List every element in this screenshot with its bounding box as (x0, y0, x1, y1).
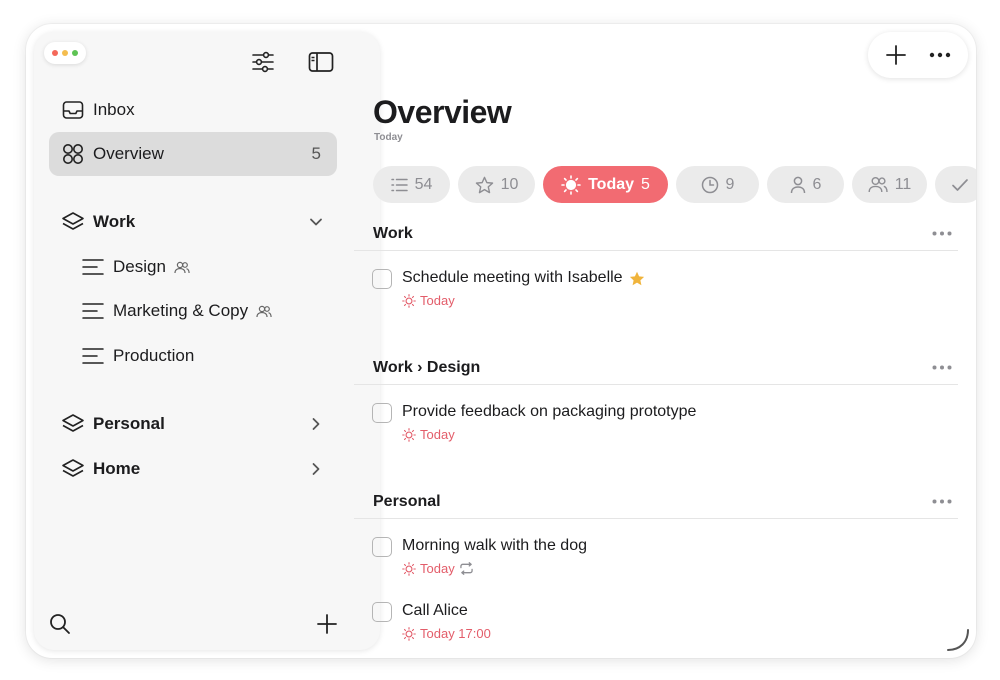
sidebar-group-home[interactable]: Home (49, 447, 337, 491)
filter-count: 54 (414, 175, 433, 193)
section-title: Work › Design (373, 358, 481, 376)
filter-count: 9 (725, 175, 735, 193)
sidebar-item-label: Production (113, 346, 195, 365)
sun-outline-icon (402, 561, 416, 576)
filter-label: Today (588, 175, 635, 193)
sidebar-toggle-icon[interactable] (307, 48, 335, 76)
task-checkbox[interactable] (372, 602, 392, 622)
filter-today[interactable]: Today 5 (543, 166, 668, 203)
task-checkbox[interactable] (372, 537, 392, 557)
sidebar-item-inbox[interactable]: Inbox (49, 88, 337, 132)
page-subtitle: Today (374, 132, 403, 143)
chevron-right-icon[interactable] (307, 415, 325, 433)
task-title: Morning walk with the dog (402, 537, 587, 554)
filter-assigned-to-me[interactable]: 6 (767, 166, 844, 203)
task-row[interactable]: Morning walk with the dog Today (372, 535, 932, 581)
overview-grid-icon (61, 142, 85, 166)
sidebar-group-work[interactable]: Work (49, 200, 337, 244)
sidebar-item-overview[interactable]: Overview 5 (49, 132, 337, 176)
chevron-down-icon[interactable] (307, 213, 325, 231)
chevron-right-icon[interactable] (307, 460, 325, 478)
more-options-button[interactable] (923, 38, 957, 72)
people-icon (868, 177, 888, 193)
task-due: Today (420, 293, 455, 308)
task-due: Today 17:00 (420, 626, 491, 641)
sidebar-item-label: Work (93, 212, 136, 231)
sidebar-item-label: Home (93, 459, 141, 478)
task-checkbox[interactable] (372, 269, 392, 289)
sidebar-item-label: Overview (93, 144, 164, 163)
add-task-button[interactable] (879, 38, 913, 72)
filter-count: 5 (641, 175, 650, 193)
star-icon (475, 176, 493, 193)
task-row[interactable]: Schedule meeting with Isabelle Today (372, 267, 932, 313)
task-title: Call Alice (402, 602, 468, 619)
filter-scheduled[interactable]: 9 (676, 166, 759, 203)
filter-count: 10 (500, 175, 519, 193)
section-header: Work › Design (354, 351, 958, 385)
filter-shared[interactable]: 11 (852, 166, 927, 203)
window-controls[interactable] (44, 42, 86, 64)
task-title: Schedule meeting with Isabelle (402, 269, 623, 286)
page-title: Overview (373, 94, 512, 130)
task-title: Provide feedback on packaging prototype (402, 403, 697, 420)
task-row[interactable]: Provide feedback on packaging prototype … (372, 401, 932, 447)
repeat-icon (459, 562, 473, 575)
sun-outline-icon (402, 626, 416, 641)
overview-count: 5 (311, 144, 321, 163)
sidebar-item-label: Design (113, 257, 166, 276)
sun-outline-icon (402, 427, 416, 442)
top-actions (868, 32, 968, 78)
filter-settings-icon[interactable] (249, 48, 277, 76)
task-checkbox[interactable] (372, 403, 392, 423)
filter-bar: 54 10 Today 5 9 6 11 (373, 166, 976, 203)
list-icon (390, 178, 408, 191)
sun-icon (561, 174, 581, 195)
add-list-button[interactable] (313, 610, 341, 638)
filter-count: 11 (894, 175, 912, 193)
list-lines-icon (81, 299, 105, 323)
app-window: Inbox Overview 5 Work Design Marketing &… (26, 24, 976, 658)
minimize-dot[interactable] (62, 50, 68, 56)
section-title: Work (373, 224, 413, 242)
sidebar: Inbox Overview 5 Work Design Marketing &… (34, 32, 380, 650)
star-filled-icon (629, 271, 644, 285)
zoom-dot[interactable] (72, 50, 78, 56)
filter-all[interactable]: 54 (373, 166, 450, 203)
sidebar-item-design[interactable]: Design (69, 245, 337, 289)
section-title: Personal (373, 492, 441, 510)
more-icon[interactable] (928, 492, 956, 512)
task-due: Today (420, 427, 455, 442)
sidebar-group-personal[interactable]: Personal (49, 402, 337, 446)
task-row[interactable]: Call Alice Today 17:00 (372, 600, 932, 646)
sidebar-item-label: Inbox (93, 100, 135, 119)
layers-icon (61, 210, 85, 234)
close-dot[interactable] (52, 50, 58, 56)
sidebar-item-label: Personal (93, 414, 165, 433)
resize-handle-icon[interactable] (944, 626, 972, 654)
layers-icon (61, 412, 85, 436)
filter-starred[interactable]: 10 (458, 166, 535, 203)
task-due: Today (420, 561, 455, 576)
inbox-icon (61, 98, 85, 122)
person-icon (790, 176, 805, 193)
checkmark-icon (951, 178, 968, 191)
section-header: Personal (354, 485, 958, 519)
shared-people-icon (256, 305, 272, 318)
filter-count: 6 (812, 175, 822, 193)
shared-people-icon (174, 261, 190, 274)
layers-icon (61, 457, 85, 481)
sidebar-item-marketing-copy[interactable]: Marketing & Copy (69, 289, 337, 333)
clock-icon (701, 176, 718, 193)
search-icon[interactable] (46, 610, 74, 638)
sidebar-item-label: Marketing & Copy (113, 301, 249, 320)
sidebar-item-production[interactable]: Production (69, 334, 337, 378)
filter-completed[interactable] (935, 166, 976, 203)
more-icon[interactable] (928, 224, 956, 244)
more-icon[interactable] (928, 358, 956, 378)
list-lines-icon (81, 255, 105, 279)
list-lines-icon (81, 344, 105, 368)
sun-outline-icon (402, 293, 416, 308)
section-header: Work (354, 217, 958, 251)
